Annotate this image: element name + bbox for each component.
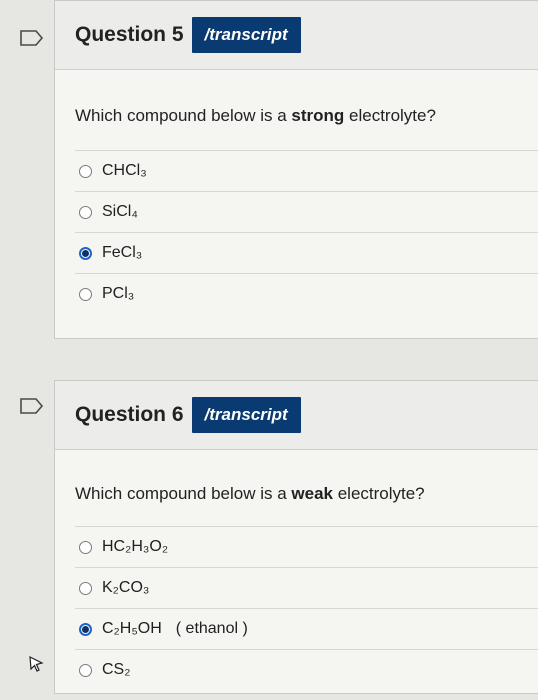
radio-button[interactable]	[79, 540, 92, 554]
question-5-title: Question 5	[75, 23, 184, 46]
option-note: ( ethanol )	[175, 620, 248, 637]
mouse-cursor-icon	[29, 655, 44, 672]
radio-button[interactable]	[79, 663, 92, 677]
question-6-title: Question 6	[75, 403, 184, 426]
option-label: HC₂H₃O₂	[102, 538, 169, 555]
option-label: CHCl₃	[102, 162, 147, 179]
prompt-text: Which compound below is a	[75, 484, 292, 503]
radio-button-selected[interactable]	[79, 246, 92, 260]
transcript-button[interactable]: /transcript	[191, 17, 301, 53]
radio-button[interactable]	[79, 581, 92, 595]
transcript-button[interactable]: /transcript	[191, 397, 301, 433]
radio-button-selected[interactable]	[79, 622, 92, 636]
prompt-text-end: electrolyte?	[332, 484, 425, 503]
prompt-text-end: electrolyte?	[344, 106, 436, 125]
option-label: K₂CO₃	[102, 579, 150, 596]
question-6-options: HC₂H₃O₂ K₂CO₃ C₂H₅OH ( ethanol ) CS₂	[75, 526, 538, 690]
flag-icon[interactable]	[20, 30, 44, 46]
answer-option[interactable]: SiCl₄	[75, 191, 538, 232]
question-6-prompt: Which compound below is a weak electroly…	[55, 484, 538, 504]
answer-option[interactable]: FeCl₃	[75, 232, 538, 273]
answer-option[interactable]: K₂CO₃	[75, 567, 538, 608]
answer-option[interactable]: PCl₃	[75, 273, 538, 314]
option-label: SiCl₄	[102, 203, 138, 220]
radio-button[interactable]	[79, 205, 92, 219]
radio-button[interactable]	[79, 287, 92, 301]
question-6-panel: Question 6 /transcript Which compound be…	[54, 380, 538, 694]
option-label: CS₂	[102, 661, 131, 678]
question-6-header: Question 6 /transcript	[55, 381, 538, 450]
answer-option[interactable]: C₂H₅OH ( ethanol )	[75, 608, 538, 649]
option-label: C₂H₅OH	[102, 620, 162, 637]
question-5-header: Question 5 /transcript	[55, 1, 538, 70]
question-5-options: CHCl₃ SiCl₄ FeCl₃ PCl₃	[75, 150, 538, 314]
prompt-text: Which compound below is a	[75, 106, 292, 125]
question-5-panel: Question 5 /transcript Which compound be…	[54, 0, 538, 339]
option-label: FeCl₃	[102, 244, 143, 261]
answer-option[interactable]: CHCl₃	[75, 150, 538, 191]
radio-button[interactable]	[79, 164, 92, 178]
prompt-emphasis: weak	[291, 484, 333, 503]
option-label: PCl₃	[102, 285, 135, 302]
answer-option[interactable]: CS₂	[75, 649, 538, 690]
answer-option[interactable]: HC₂H₃O₂	[75, 526, 538, 567]
flag-icon[interactable]	[20, 398, 44, 414]
prompt-emphasis: strong	[291, 106, 345, 125]
question-5-prompt: Which compound below is a strong electro…	[55, 106, 538, 126]
